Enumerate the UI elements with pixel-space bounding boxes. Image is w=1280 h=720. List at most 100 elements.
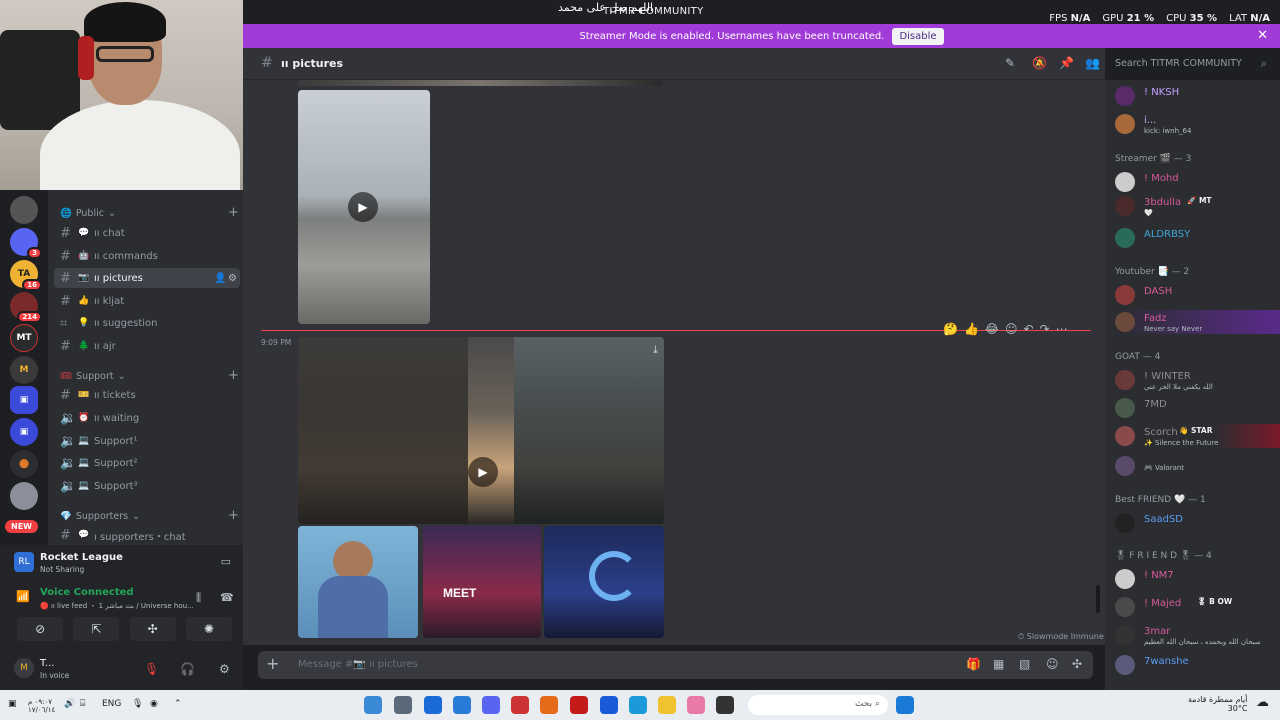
disable-button[interactable]: Disable <box>892 27 944 45</box>
obs-app-icon[interactable] <box>511 696 529 714</box>
video-attachment[interactable]: ▶ <box>298 90 430 324</box>
gift-icon[interactable]: 🎁 <box>966 657 981 671</box>
member[interactable]: ALDRBSY <box>1115 226 1280 250</box>
member[interactable]: 🎮 Valorant <box>1115 454 1280 478</box>
message-input[interactable]: Message #📷 ıı pictures <box>298 659 418 670</box>
category-supporters[interactable]: 💎 Supporters ⌄ + <box>60 508 239 523</box>
headphones-icon[interactable]: 🎧 <box>180 662 195 676</box>
server-icon[interactable]: 214 <box>10 292 42 323</box>
reaction-icon[interactable]: 👍 <box>964 322 979 336</box>
emoji-icon[interactable]: ☺ <box>1046 657 1059 671</box>
explorer-app-icon[interactable] <box>658 696 676 714</box>
taskbar-search[interactable]: بحث ⌕ <box>748 695 888 715</box>
channel-kljat[interactable]: # 👍 ıı kljat <box>54 291 240 311</box>
start-icon[interactable] <box>896 696 914 714</box>
notifications-icon[interactable]: 🔕 <box>1032 56 1047 70</box>
stream-game-icon[interactable]: ▭ <box>221 555 231 568</box>
server-icon[interactable]: ⬤ <box>10 450 38 478</box>
member[interactable]: SaadSD <box>1115 511 1280 535</box>
close-icon[interactable]: ✕ <box>1257 28 1268 43</box>
discord-app-icon[interactable] <box>482 696 500 714</box>
channel-commands[interactable]: # 🤖 ıı commands <box>54 246 240 266</box>
add-channel-icon[interactable]: + <box>228 508 239 523</box>
more-icon[interactable]: ⋯ <box>1056 322 1068 336</box>
threads-icon[interactable]: ✎ <box>1005 56 1015 70</box>
chrome-app-icon[interactable] <box>364 696 382 714</box>
server-icon[interactable]: ▣ <box>10 386 38 414</box>
category-public[interactable]: 🌐 Public ⌄ + <box>60 205 239 220</box>
add-attachment-button[interactable]: + <box>266 654 279 673</box>
channel-support-3[interactable]: 🔉 💻 Support³ <box>54 476 240 496</box>
add-channel-icon[interactable]: + <box>228 368 239 383</box>
channel-ajr[interactable]: # 🌲 ıı ajr <box>54 336 240 356</box>
store-app-icon[interactable] <box>600 696 618 714</box>
network-icon[interactable]: ⌸ <box>80 699 85 709</box>
gear-icon[interactable]: ⚙ <box>228 273 237 284</box>
server-icon[interactable]: ▣ <box>10 418 38 446</box>
member[interactable]: 7wanshe <box>1115 653 1280 677</box>
app-icon[interactable] <box>687 696 705 714</box>
server-icon[interactable] <box>10 196 38 224</box>
tray-icon[interactable]: ◉ <box>150 699 158 709</box>
member[interactable]: ! Majed 🎖 B OW <box>1115 595 1280 619</box>
forward-icon[interactable]: ↷ <box>1040 322 1050 336</box>
server-icon[interactable]: M <box>10 356 38 384</box>
chevron-up-icon[interactable]: ⌃ <box>174 699 182 709</box>
mic-muted-icon[interactable]: 🎙 <box>144 662 159 676</box>
channel-support-1[interactable]: 🔉 💻 Support¹ <box>54 431 240 451</box>
server-icon[interactable]: 3 <box>10 228 42 259</box>
weather-widget[interactable]: أيام ممطرة قادمة 30°C <box>1188 695 1247 713</box>
reply-icon[interactable]: ↶ <box>1023 322 1033 336</box>
camera-off-icon[interactable]: ⊘ <box>17 617 64 641</box>
member[interactable]: 3bdulla 🚀 MT 🤍 <box>1115 194 1280 218</box>
member[interactable]: Fadz Never say Never <box>1115 310 1280 334</box>
apps-icon[interactable]: ✣ <box>1072 657 1082 671</box>
language-indicator[interactable]: ENG <box>102 699 121 709</box>
member[interactable]: ! NM7 <box>1115 567 1280 591</box>
noise-suppression-icon[interactable]: ⫼ <box>196 591 201 605</box>
member[interactable]: Scorch 👋 STAR ✨ Silence the Future <box>1115 424 1280 448</box>
search-input[interactable]: Search TITMR COMMUNITY ⌕ <box>1107 54 1273 74</box>
server-icon[interactable]: MT <box>10 324 38 352</box>
member[interactable]: ! WINTER الله يكفني ملا الحر عني <box>1115 368 1280 392</box>
play-icon[interactable]: ▶ <box>468 457 498 487</box>
channel-support-2[interactable]: 🔉 💻 Support² <box>54 453 240 473</box>
message-composer[interactable]: + Message #📷 ıı pictures 🎁 ▦ ▧ ☺ ✣ <box>258 651 1093 679</box>
play-icon[interactable]: ▶ <box>348 192 378 222</box>
image-attachment[interactable] <box>298 80 663 86</box>
pin-icon[interactable]: 📌 <box>1059 56 1074 70</box>
clock[interactable]: ٠٩:٠٧ م ١٧/٠٦/١٤ <box>28 698 55 714</box>
member[interactable]: 7MD <box>1115 396 1280 420</box>
member[interactable]: DASH <box>1115 283 1280 307</box>
acrobat-app-icon[interactable] <box>570 696 588 714</box>
mic-icon[interactable]: 🎙 <box>132 699 143 709</box>
screen-share-icon[interactable]: ⇱ <box>73 617 120 641</box>
category-support[interactable]: 🎟 Support ⌄ + <box>60 368 239 383</box>
channel-waiting[interactable]: 🔉 ⏰ ıı waiting <box>54 408 240 428</box>
gif-icon[interactable]: ▦ <box>993 657 1004 671</box>
edge-app-icon[interactable] <box>629 696 647 714</box>
sticker-icon[interactable]: ▧ <box>1019 657 1030 671</box>
app-icon[interactable] <box>453 696 471 714</box>
activities-icon[interactable]: ✣ <box>129 617 176 641</box>
member[interactable]: ! Mohd <box>1115 170 1280 194</box>
channel-tickets[interactable]: # 🎫 ıı tickets <box>54 385 240 405</box>
scrollbar[interactable] <box>1096 585 1100 613</box>
image-attachment[interactable] <box>298 526 418 638</box>
channel-supporters-chat[interactable]: # 💬 ı supporters・chat <box>54 525 240 545</box>
server-icon[interactable] <box>10 482 38 510</box>
add-channel-icon[interactable]: + <box>228 205 239 220</box>
soundboard-icon[interactable]: ✺ <box>185 617 232 641</box>
gear-icon[interactable]: ⚙ <box>219 662 230 676</box>
image-attachment[interactable] <box>544 526 664 638</box>
volume-icon[interactable]: 🔊 <box>64 699 75 709</box>
member[interactable]: i... kick: iwnh_64 <box>1115 112 1280 136</box>
member[interactable]: 3mar سبحان الله وبحمده ، سبحان الله العظي… <box>1115 623 1280 647</box>
channel-chat[interactable]: # 💬 ıı chat <box>54 223 240 243</box>
avatar[interactable]: M <box>14 658 34 678</box>
voice-connected-label[interactable]: Voice Connected <box>40 587 134 598</box>
server-icon[interactable]: TA 16 <box>10 260 42 291</box>
reaction-icon[interactable]: 🤔 <box>943 322 958 336</box>
terminal-app-icon[interactable] <box>716 696 734 714</box>
firefox-app-icon[interactable] <box>540 696 558 714</box>
